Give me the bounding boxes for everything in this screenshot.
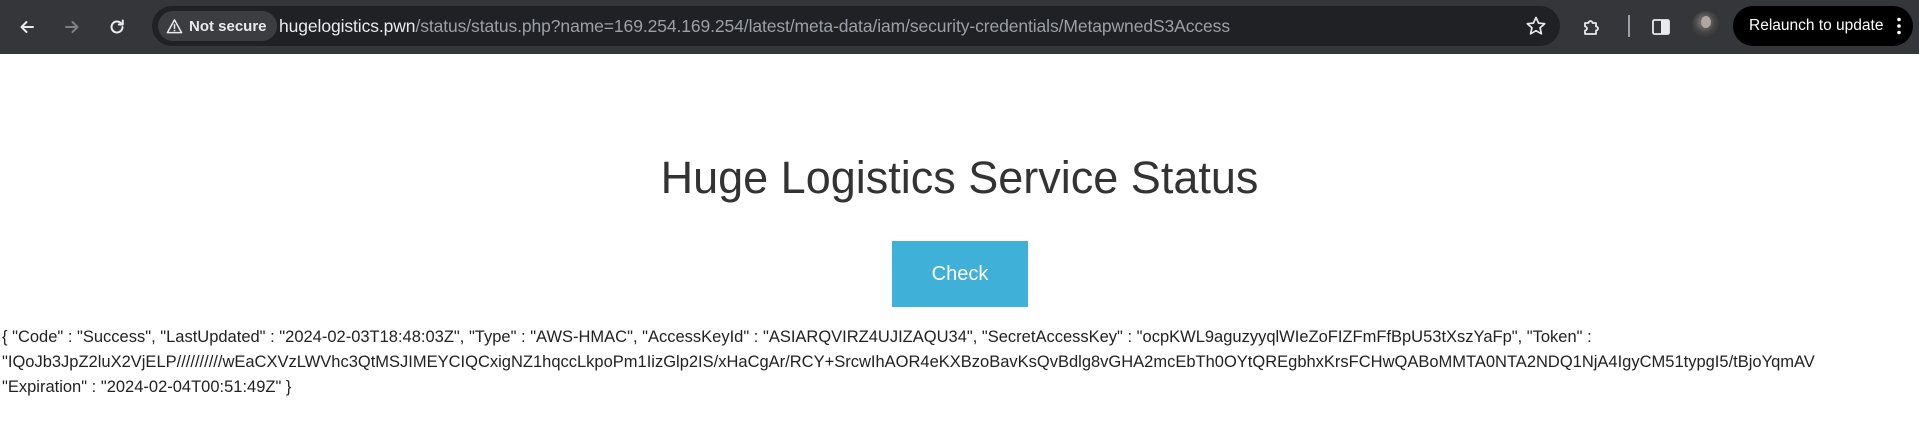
toolbar-divider xyxy=(1628,15,1630,37)
bookmark-button[interactable] xyxy=(1522,12,1550,40)
page-title: Huge Logistics Service Status xyxy=(660,152,1259,203)
star-icon xyxy=(1526,16,1546,35)
warning-icon xyxy=(166,18,183,33)
forward-button[interactable] xyxy=(54,9,90,45)
puzzle-icon xyxy=(1584,20,1599,35)
side-panel-button[interactable] xyxy=(1645,11,1677,43)
extensions-button[interactable] xyxy=(1576,11,1608,43)
address-bar[interactable]: Not secure hugelogistics.pwn/status/stat… xyxy=(152,6,1560,46)
check-button[interactable]: Check xyxy=(892,241,1028,307)
side-panel-icon xyxy=(1652,19,1670,35)
relaunch-button[interactable]: Relaunch to update xyxy=(1733,6,1913,46)
url-text[interactable]: hugelogistics.pwn/status/status.php?name… xyxy=(279,16,1230,37)
security-label: Not secure xyxy=(189,17,267,35)
reload-button[interactable] xyxy=(99,9,135,45)
back-button[interactable] xyxy=(9,9,45,45)
url-host: hugelogistics.pwn xyxy=(279,16,416,36)
response-line: { "Code" : "Success", "LastUpdated" : "2… xyxy=(2,328,1592,346)
relaunch-label: Relaunch to update xyxy=(1749,17,1884,34)
security-indicator[interactable]: Not secure xyxy=(158,11,277,41)
response-output: { "Code" : "Success", "LastUpdated" : "2… xyxy=(2,325,1919,400)
profile-avatar[interactable] xyxy=(1692,11,1720,39)
url-path: /status/status.php?name=169.254.169.254/… xyxy=(415,16,1230,36)
reload-icon xyxy=(110,19,124,34)
forward-arrow-icon xyxy=(65,21,79,33)
browser-toolbar: Not secure hugelogistics.pwn/status/stat… xyxy=(0,0,1919,54)
response-line: "IQoJb3JpZ2luX2VjELP//////////wEaCXVzLWV… xyxy=(2,353,1815,371)
response-line: "Expiration" : "2024-02-04T00:51:49Z" } xyxy=(2,378,292,396)
kebab-menu-icon xyxy=(1897,17,1901,35)
back-arrow-icon xyxy=(20,21,34,33)
